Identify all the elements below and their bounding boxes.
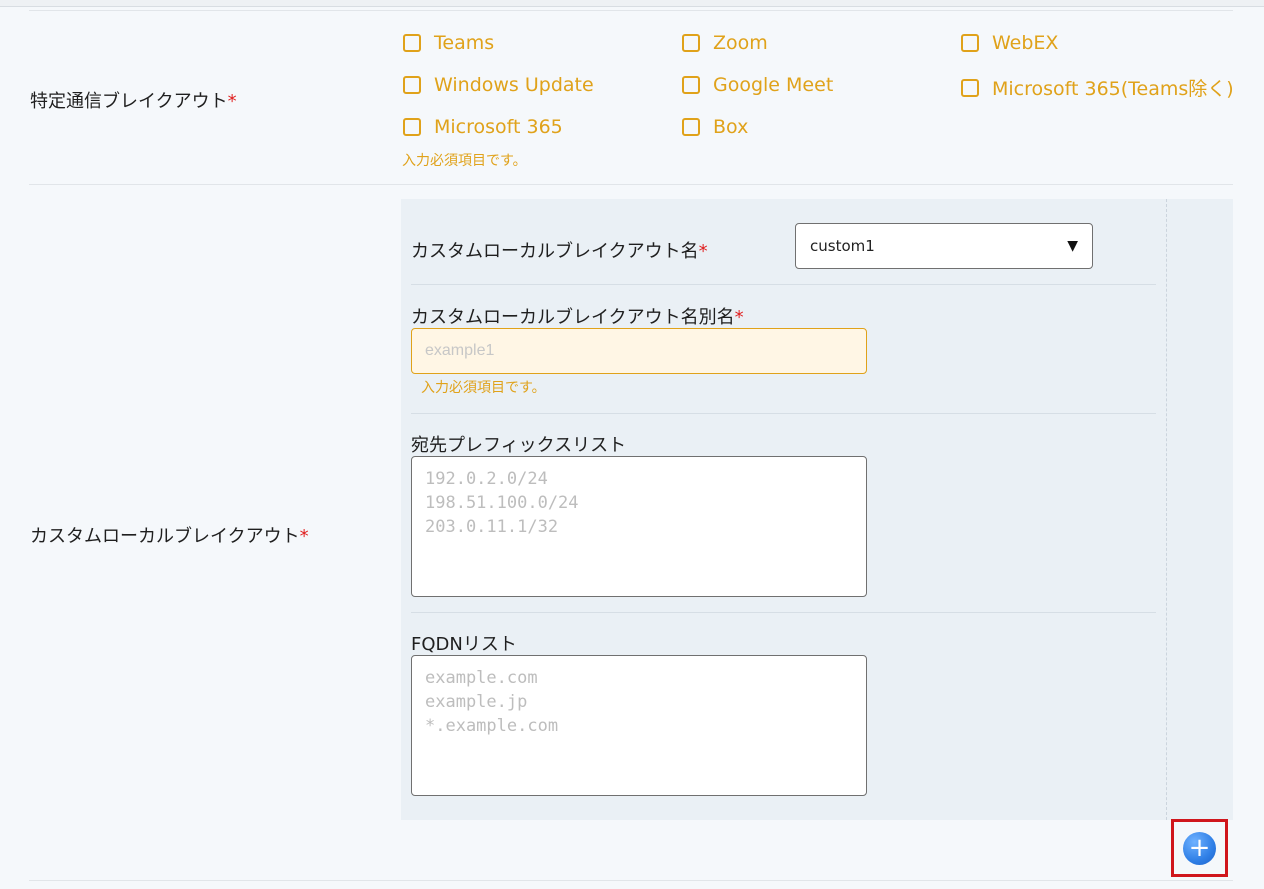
custom-alias-input[interactable] xyxy=(411,328,867,374)
breakout-row-label: 特定通信ブレイクアウト* xyxy=(30,87,237,113)
checkbox-label[interactable]: Zoom xyxy=(713,32,768,54)
checkbox-box-service[interactable]: Box xyxy=(682,116,748,138)
divider xyxy=(29,10,1233,11)
custom-name-label-text: カスタムローカルブレイクアウト名 xyxy=(411,241,699,262)
divider xyxy=(29,184,1233,185)
required-mark: * xyxy=(227,91,237,112)
checkbox-webex[interactable]: WebEX xyxy=(961,32,1058,54)
divider xyxy=(411,413,1156,414)
custom-name-label: カスタムローカルブレイクアウト名* xyxy=(411,237,708,263)
dropdown-arrow-icon: ▼ xyxy=(1067,238,1078,254)
custom-name-select[interactable]: custom1 ▼ xyxy=(795,223,1093,269)
select-value: custom1 xyxy=(810,237,875,255)
prefix-list-label: 宛先プレフィックスリスト xyxy=(411,435,627,456)
checkbox-box[interactable] xyxy=(682,118,700,136)
checkbox-teams[interactable]: Teams xyxy=(403,32,494,54)
top-strip xyxy=(0,0,1264,7)
checkbox-box[interactable] xyxy=(682,34,700,52)
checkbox-windows-update[interactable]: Windows Update xyxy=(403,74,594,96)
checkbox-label[interactable]: Windows Update xyxy=(434,74,594,96)
required-mark: * xyxy=(734,307,744,328)
checkbox-box[interactable] xyxy=(403,118,421,136)
checkbox-label[interactable]: Microsoft 365(Teams除く) xyxy=(992,74,1234,101)
checkbox-label[interactable]: Microsoft 365 xyxy=(434,116,563,138)
checkbox-label[interactable]: Teams xyxy=(434,32,494,54)
custom-row-label: カスタムローカルブレイクアウト* xyxy=(30,522,309,548)
divider xyxy=(29,880,1233,881)
checkbox-box[interactable] xyxy=(961,78,979,97)
required-mark: * xyxy=(698,241,708,262)
checkbox-microsoft-365-excluding-teams[interactable]: Microsoft 365(Teams除く) xyxy=(961,74,1234,101)
alias-error-message: 入力必須項目です。 xyxy=(421,380,546,396)
checkbox-microsoft-365[interactable]: Microsoft 365 xyxy=(403,116,563,138)
custom-label-text: カスタムローカルブレイクアウト xyxy=(30,526,300,547)
custom-alias-label-text: カスタムローカルブレイクアウト名別名 xyxy=(411,307,735,328)
checkbox-label[interactable]: Google Meet xyxy=(713,74,833,96)
required-mark: * xyxy=(299,526,309,547)
checkbox-box[interactable] xyxy=(682,76,700,94)
custom-alias-label: カスタムローカルブレイクアウト名別名* xyxy=(411,303,744,329)
add-button[interactable]: + xyxy=(1183,831,1216,865)
plus-icon: + xyxy=(1188,832,1211,863)
fqdn-list-label: FQDNリスト xyxy=(411,634,517,655)
checkbox-box[interactable] xyxy=(403,76,421,94)
add-button-highlight: + xyxy=(1171,819,1228,877)
checkbox-google-meet[interactable]: Google Meet xyxy=(682,74,833,96)
checkbox-box[interactable] xyxy=(961,34,979,52)
divider xyxy=(411,284,1156,285)
breakout-label-text: 特定通信ブレイクアウト xyxy=(30,91,228,112)
panel-divider xyxy=(1166,199,1167,820)
checkbox-zoom[interactable]: Zoom xyxy=(682,32,768,54)
checkbox-box[interactable] xyxy=(403,34,421,52)
breakout-error-message: 入力必須項目です。 xyxy=(402,153,527,169)
fqdn-list-textarea[interactable] xyxy=(411,655,867,796)
checkbox-label[interactable]: WebEX xyxy=(992,32,1058,54)
checkbox-label[interactable]: Box xyxy=(713,116,748,138)
divider xyxy=(411,612,1156,613)
prefix-list-textarea[interactable] xyxy=(411,456,867,597)
